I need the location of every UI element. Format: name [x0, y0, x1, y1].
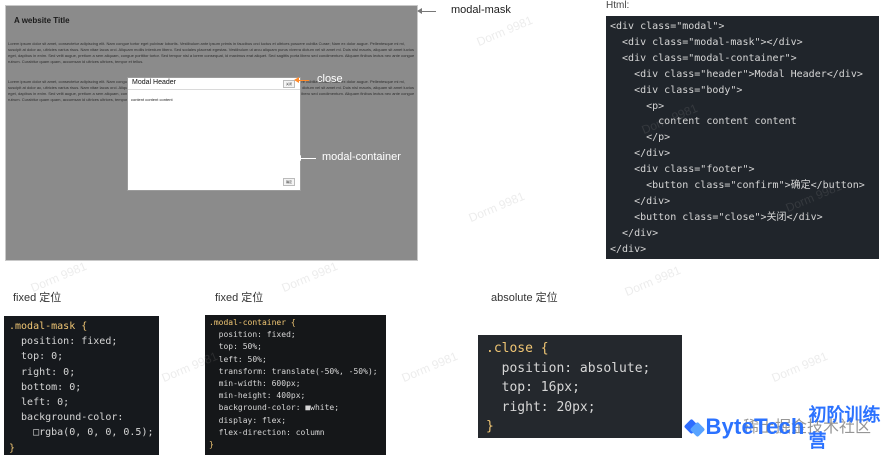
- code-line: left: 50%;: [209, 354, 267, 364]
- modal-mask-label: modal-mask: [451, 4, 511, 16]
- close-arrow-line: [299, 80, 309, 81]
- modal-header: Modal Header: [132, 79, 176, 86]
- program-name: 初阶训练营: [808, 405, 881, 451]
- watermark: Dorm 9981: [279, 258, 340, 296]
- code-line: background-color: ■white;: [209, 403, 340, 413]
- watermark: Dorm 9981: [769, 348, 830, 386]
- modal-container-css-block: .modal-container { position: fixed; top:…: [205, 315, 386, 455]
- code-line: transform: translate(-50%, -50%);: [209, 366, 378, 376]
- code-line: top: 50%;: [209, 342, 262, 352]
- fixed-label-2: fixed 定位: [215, 292, 264, 304]
- bytetech-logo: ByteTech 初阶训练营: [683, 401, 886, 453]
- code-line: right: 0;: [9, 366, 76, 378]
- code-line: </div>: [610, 243, 647, 255]
- code-line: top: 16px;: [486, 380, 580, 396]
- modal-mask-css-block: .modal-mask { position: fixed; top: 0; r…: [4, 316, 159, 455]
- code-line: position: absolute;: [486, 360, 651, 376]
- code-line: .modal-mask {: [9, 321, 88, 332]
- code-line: <div class="modal-mask"></div>: [610, 36, 803, 48]
- body-paragraph-1: Lorem ipsum dolor sit amet, consectetur …: [8, 41, 415, 64]
- code-line: position: fixed;: [9, 336, 118, 348]
- code-line: position: fixed;: [209, 330, 296, 340]
- modal-divider: [128, 89, 300, 90]
- code-line: content content content: [610, 116, 797, 128]
- code-line: </div>: [610, 148, 671, 160]
- code-line: right: 20px;: [486, 399, 596, 415]
- code-line: .close {: [486, 341, 549, 356]
- tutorial-diagram: A website Title Lorem ipsum dolor sit am…: [0, 0, 891, 455]
- html-code-block: <div class="modal"> <div class="modal-ma…: [606, 16, 879, 259]
- code-line: <div class="body">: [610, 84, 743, 96]
- code-line: background-color:: [9, 412, 124, 424]
- code-line: }: [209, 440, 214, 450]
- close-css-block: .close { position: absolute; top: 16px; …: [478, 335, 682, 438]
- container-arrow-line: [300, 158, 316, 159]
- code-line: min-height: 400px;: [209, 391, 306, 401]
- code-line: </div>: [610, 227, 659, 239]
- code-line: }: [9, 442, 16, 454]
- code-line: left: 0;: [9, 397, 70, 409]
- watermark: Dorm 9981: [622, 262, 683, 300]
- mask-arrow-line: [421, 11, 436, 12]
- modal-screenshot: A website Title Lorem ipsum dolor sit am…: [5, 5, 418, 261]
- code-line: </div>: [610, 195, 671, 207]
- code-line: <div class="modal">: [610, 21, 725, 32]
- code-line: <div class="footer">: [610, 164, 755, 176]
- code-line: .modal-container {: [209, 318, 296, 327]
- watermark: Dorm 9981: [399, 348, 460, 386]
- bytetech-icon: [683, 418, 706, 438]
- code-line: <p>: [610, 100, 665, 112]
- modal-container-label: modal-container: [322, 151, 401, 163]
- brand-name: ByteTech: [705, 414, 805, 439]
- watermark: Dorm 9981: [466, 188, 527, 226]
- absolute-label: absolute 定位: [491, 292, 558, 304]
- code-line: min-width: 600px;: [209, 379, 301, 389]
- code-line: display: flex;: [209, 415, 287, 425]
- modal-body-text: content content content: [131, 97, 173, 102]
- code-line: <button class="close">关闭</div>: [610, 211, 823, 223]
- watermark: Dorm 9981: [474, 12, 535, 50]
- code-line: <div class="modal-container">: [610, 52, 797, 64]
- code-line: bottom: 0;: [9, 381, 82, 393]
- modal-container-preview: Modal Header 关闭 content content content …: [127, 77, 301, 191]
- code-line: top: 0;: [9, 351, 64, 363]
- container-arrow-icon: [296, 155, 301, 161]
- mask-arrow-icon: [417, 8, 422, 14]
- website-title: A website Title: [14, 16, 70, 25]
- branding: 稀土掘金技术社区 ByteTech 初阶训练营: [683, 405, 886, 453]
- html-label: Html:: [606, 0, 630, 11]
- close-label: close: [317, 73, 343, 85]
- code-line: □rgba(0, 0, 0, 0.5);: [9, 427, 154, 439]
- code-line: flex-direction: column: [209, 427, 325, 437]
- close-arrow-icon: [294, 77, 299, 83]
- code-line: <button class="confirm">确定</button>: [610, 180, 865, 192]
- confirm-button[interactable]: 确定: [283, 178, 295, 186]
- fixed-label-1: fixed 定位: [13, 292, 62, 304]
- code-line: }: [486, 419, 494, 435]
- code-line: <div class="header">Modal Header</div>: [610, 68, 863, 80]
- code-line: </p>: [610, 132, 671, 144]
